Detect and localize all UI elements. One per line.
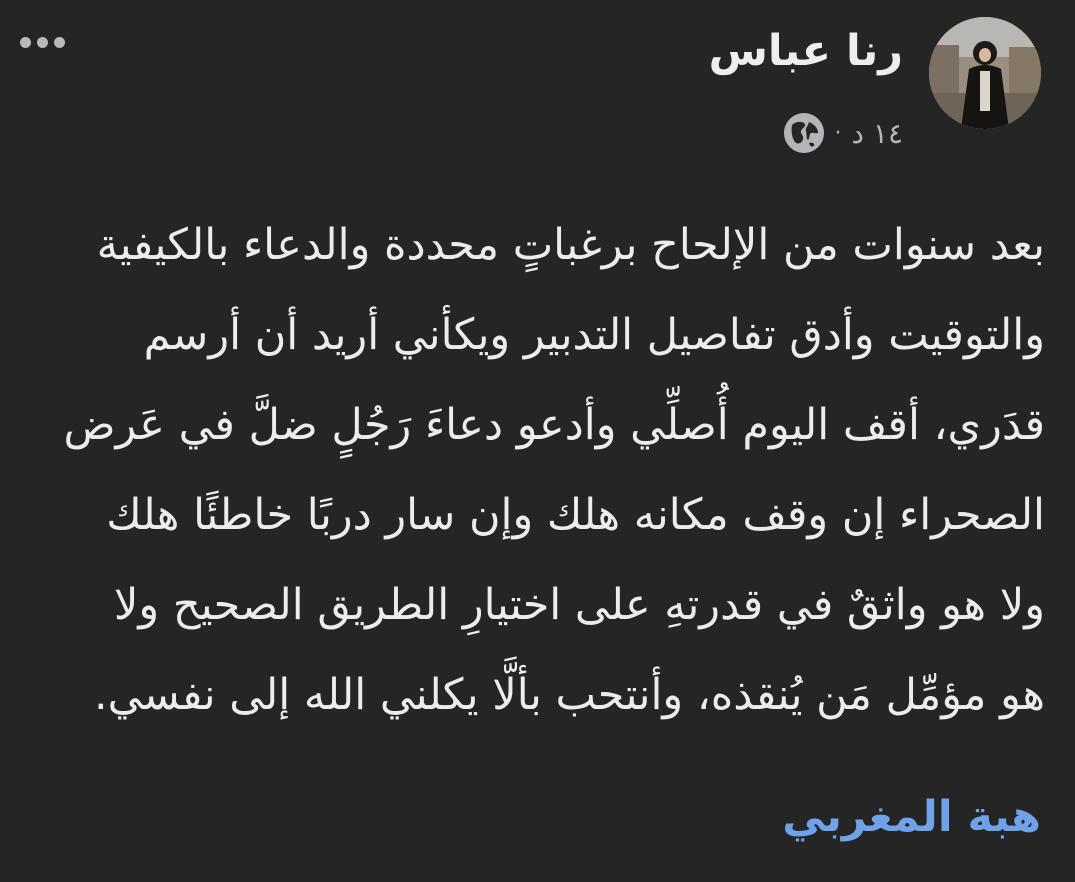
more-dot [54,36,65,48]
post-text: بعد سنوات من الإلحاح برغباتٍ محددة والدع… [63,220,1045,720]
more-dot [20,36,31,48]
globe-icon[interactable] [783,112,825,154]
avatar[interactable] [929,17,1041,129]
more-dot [37,36,48,48]
post-meta: ١٤ د · [783,110,903,156]
post-timestamp[interactable]: ١٤ د [852,117,903,150]
signature-link[interactable]: هبة المغربي [782,792,1041,844]
more-options-button[interactable] [20,30,80,54]
meta-separator: · [834,120,842,146]
author-name[interactable]: رنا عباس [709,26,903,78]
avatar-photo [929,17,1041,129]
